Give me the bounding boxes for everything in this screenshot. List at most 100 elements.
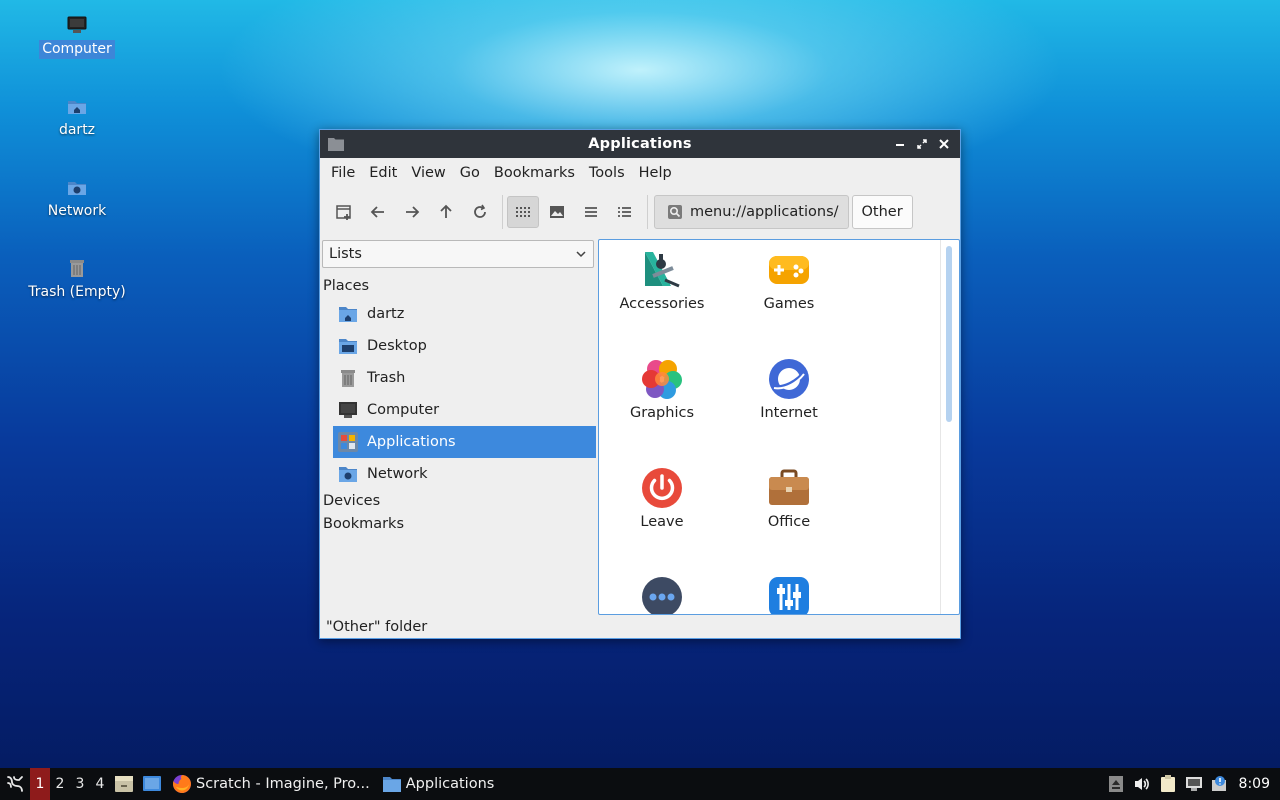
window-title: Applications: [588, 136, 692, 152]
window-titlebar[interactable]: Applications: [320, 130, 960, 158]
workspace-3[interactable]: 3: [70, 768, 90, 800]
folder-item-preferences[interactable]: [734, 575, 844, 614]
desktop-icon-label: Computer: [39, 40, 115, 59]
folder-item-other[interactable]: [607, 575, 717, 614]
network-button[interactable]: [1181, 768, 1207, 800]
path-button[interactable]: menu://applications/: [654, 195, 849, 229]
sidebar: Lists Places dartz Desktop Trash Compute…: [320, 238, 598, 616]
menu-edit[interactable]: Edit: [362, 165, 404, 181]
task-label: Applications: [405, 776, 495, 792]
workspace-4[interactable]: 4: [90, 768, 110, 800]
desktop-icon-computer[interactable]: Computer: [24, 14, 130, 59]
desktop-icon-dartz[interactable]: dartz: [24, 95, 130, 140]
close-button[interactable]: [934, 134, 954, 154]
internet-icon: [767, 357, 811, 401]
menu-bookmarks[interactable]: Bookmarks: [487, 165, 582, 181]
desktop-icon-label: Trash (Empty): [28, 284, 126, 300]
speaker-icon: [1134, 778, 1149, 790]
firefox-icon: [172, 774, 192, 794]
other-icon: [640, 575, 684, 614]
places-header[interactable]: Places: [323, 278, 369, 294]
detailed-list-button[interactable]: [609, 196, 641, 228]
workspace-2[interactable]: 2: [50, 768, 70, 800]
thumbnail-view-button[interactable]: [541, 196, 573, 228]
network-icon: [1185, 777, 1202, 791]
desktop-icon-trash[interactable]: Trash (Empty): [24, 257, 130, 302]
eject-button[interactable]: [1103, 768, 1129, 800]
network-folder-icon: [66, 176, 88, 198]
updates-button[interactable]: [1207, 768, 1233, 800]
vertical-scrollbar[interactable]: [946, 246, 952, 422]
sidebar-item-network[interactable]: Network: [333, 458, 596, 490]
workspace-1[interactable]: 1: [30, 768, 50, 800]
menu-tools[interactable]: Tools: [582, 165, 632, 181]
home-folder-icon: [66, 95, 88, 117]
clipboard-button[interactable]: [1155, 768, 1181, 800]
sidebar-mode-select[interactable]: Lists: [322, 240, 594, 268]
new-tab-button[interactable]: [328, 196, 360, 228]
other-path-button[interactable]: Other: [851, 195, 913, 229]
folder-item-leave[interactable]: Leave: [607, 466, 717, 530]
sidebar-item-desktop[interactable]: Desktop: [333, 330, 596, 362]
folder-item-label: Internet: [760, 405, 818, 421]
folder-item-label: Accessories: [619, 296, 705, 312]
task-firefox[interactable]: Scratch - Imagine, Pro...: [166, 768, 376, 800]
start-menu-button[interactable]: [0, 768, 30, 800]
folder-item-graphics[interactable]: Graphics: [607, 357, 717, 421]
games-icon: [767, 248, 811, 292]
minimize-button[interactable]: [890, 134, 910, 154]
sidebar-item-applications[interactable]: Applications: [333, 426, 596, 458]
task-applications[interactable]: Applications: [376, 768, 501, 800]
desktop-icon: [143, 776, 161, 791]
update-notifier-icon: [1211, 776, 1226, 791]
menu-help[interactable]: Help: [632, 165, 679, 181]
home-folder-icon: [338, 304, 358, 324]
compact-view-icon: [585, 207, 597, 217]
task-label: Scratch - Imagine, Pro...: [196, 776, 370, 792]
maximize-button[interactable]: [912, 134, 932, 154]
sidebar-item-label: Network: [367, 466, 428, 482]
show-desktop-launcher[interactable]: [138, 768, 166, 800]
sidebar-item-label: dartz: [367, 306, 405, 322]
folder-icon: [328, 137, 344, 155]
sidebar-item-computer[interactable]: Computer: [333, 394, 596, 426]
folder-view[interactable]: Accessories Games Graphics Internet Leav…: [598, 239, 960, 615]
sidebar-item-trash[interactable]: Trash: [333, 362, 596, 394]
compact-view-button[interactable]: [575, 196, 607, 228]
toolbar-separator: [502, 195, 503, 229]
maximize-icon: [917, 139, 927, 149]
menu-view[interactable]: View: [404, 165, 452, 181]
bookmarks-header[interactable]: Bookmarks: [323, 516, 404, 532]
volume-button[interactable]: [1129, 768, 1155, 800]
graphics-icon: [640, 357, 684, 401]
back-button[interactable]: [362, 196, 394, 228]
desktop-icon-network[interactable]: Network: [24, 176, 130, 221]
folder-item-label: Graphics: [629, 405, 695, 421]
file-manager-launcher[interactable]: [110, 768, 138, 800]
lubuntu-logo-icon: [7, 776, 23, 792]
menu-go[interactable]: Go: [453, 165, 487, 181]
devices-header[interactable]: Devices: [323, 493, 380, 509]
icon-view-button[interactable]: [507, 196, 539, 228]
detailed-list-icon: [618, 207, 631, 217]
folder-item-accessories[interactable]: Accessories: [607, 248, 717, 312]
folder-item-label: Games: [763, 296, 815, 312]
clipboard-icon: [1160, 775, 1175, 792]
folder-item-office[interactable]: Office: [734, 466, 844, 530]
computer-icon: [66, 14, 88, 36]
taskbar: 1 2 3 4 Scratch - Imagine, Pro... Applic…: [0, 768, 1280, 800]
sidebar-item-label: Desktop: [367, 338, 427, 354]
forward-button[interactable]: [396, 196, 428, 228]
folder-item-games[interactable]: Games: [734, 248, 844, 312]
reload-button[interactable]: [464, 196, 496, 228]
folder-item-internet[interactable]: Internet: [734, 357, 844, 421]
menu-file[interactable]: File: [324, 165, 362, 181]
toolbar-separator: [647, 195, 648, 229]
up-button[interactable]: [430, 196, 462, 228]
new-tab-icon: [336, 205, 351, 220]
sidebar-item-dartz[interactable]: dartz: [333, 298, 596, 330]
clock[interactable]: 8:09: [1233, 776, 1280, 792]
office-icon: [767, 466, 811, 510]
file-cabinet-icon: [115, 776, 133, 792]
search-icon: [667, 204, 683, 220]
